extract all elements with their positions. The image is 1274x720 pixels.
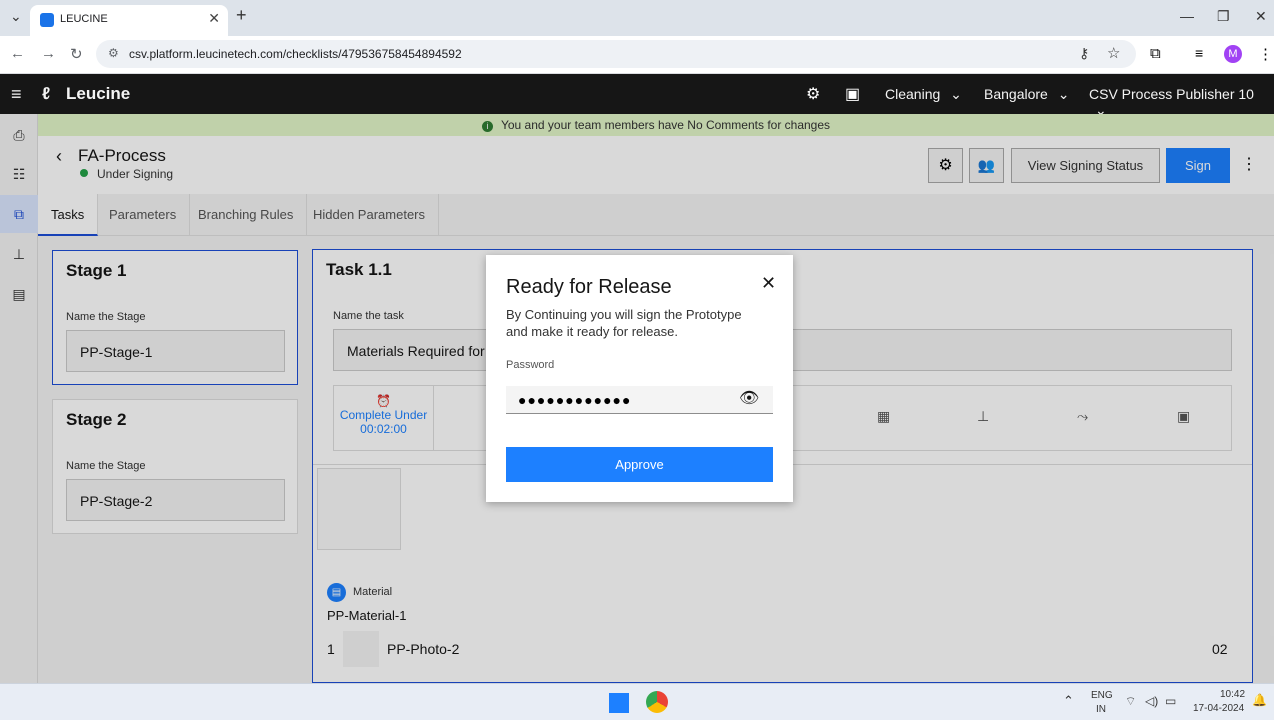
approve-button[interactable]: Approve: [506, 447, 773, 482]
brand-name: Leucine: [66, 84, 131, 103]
leucine-logo-icon: ℓ: [42, 84, 51, 103]
chevron-down-icon: ⌄: [1057, 86, 1070, 102]
media-control-icon[interactable]: ≡: [1195, 45, 1203, 61]
chrome-icon[interactable]: [646, 691, 668, 713]
favicon-icon: [40, 13, 54, 27]
chevron-up-icon[interactable]: ⌃: [1063, 693, 1074, 709]
chevron-down-icon: ⌄: [950, 86, 962, 102]
browser-tab[interactable]: LEUCINE ✕: [30, 5, 228, 36]
wifi-icon[interactable]: ⌔: [1125, 694, 1136, 709]
app-header: ≡ ℓ Leucine ⚙ ▣ Cleaning ⌄ Bangalore ⌄ C…: [0, 74, 1274, 118]
password-input[interactable]: ●●●●●●●●●●●●: [506, 386, 773, 414]
omnibox[interactable]: ⚙ csv.platform.leucinetech.com/checklist…: [96, 40, 1136, 68]
new-tab-icon[interactable]: +: [236, 5, 247, 26]
settings-gear-icon[interactable]: ⚙: [806, 84, 820, 104]
close-icon[interactable]: ✕: [761, 273, 776, 294]
close-window-icon[interactable]: ✕: [1255, 8, 1267, 25]
modal-description: By Continuing you will sign the Prototyp…: [506, 307, 742, 339]
address-bar-row: ← → ↻ ⚙ csv.platform.leucinetech.com/che…: [0, 36, 1274, 74]
location-dropdown[interactable]: Bangalore ⌄: [984, 86, 1069, 103]
browser-menu-icon[interactable]: ⋮: [1258, 45, 1273, 63]
back-icon[interactable]: ←: [10, 45, 25, 62]
password-key-icon[interactable]: ⚷: [1079, 45, 1089, 62]
bookmark-star-icon[interactable]: ☆: [1107, 44, 1120, 62]
windows-taskbar: ⌃ ENG IN ⌔ ◁) ▭ 10:42 17-04-2024 🔔: [0, 683, 1274, 720]
notification-bell-icon[interactable]: 🔔: [1252, 693, 1267, 707]
browser-tab-bar: ⌄ LEUCINE ✕ + — ❐ ✕: [0, 0, 1274, 36]
modal-title: Ready for Release: [506, 276, 672, 298]
windows-start-icon[interactable]: [609, 693, 629, 713]
user-label: CSV Process Publisher 10: [1089, 86, 1254, 102]
facility-label: Cleaning: [885, 86, 941, 102]
clock-time[interactable]: 10:42: [1220, 689, 1245, 700]
restore-icon[interactable]: ❐: [1217, 8, 1230, 25]
reload-icon[interactable]: ↻: [70, 45, 83, 63]
volume-icon[interactable]: ◁): [1145, 694, 1158, 708]
url-text: csv.platform.leucinetech.com/checklists/…: [129, 47, 462, 61]
language-secondary[interactable]: IN: [1096, 704, 1106, 715]
extensions-icon[interactable]: ⧉: [1150, 45, 1161, 62]
password-label: Password: [506, 359, 555, 371]
location-label: Bangalore: [984, 86, 1048, 102]
language-primary[interactable]: ENG: [1091, 690, 1113, 701]
show-password-eye-icon[interactable]: 👁: [739, 388, 759, 408]
facility-dropdown[interactable]: Cleaning ⌄: [885, 86, 962, 103]
minimize-icon[interactable]: —: [1180, 8, 1194, 24]
forward-icon[interactable]: →: [41, 45, 56, 62]
clock-date[interactable]: 17-04-2024: [1193, 703, 1244, 714]
close-tab-icon[interactable]: ✕: [208, 10, 220, 27]
hamburger-menu-icon[interactable]: ≡: [11, 84, 22, 105]
tab-title: LEUCINE: [60, 13, 108, 25]
site-info-icon[interactable]: ⚙: [108, 46, 119, 60]
battery-icon[interactable]: ▭: [1165, 694, 1176, 708]
ready-for-release-modal: Ready for Release ✕ By Continuing you wi…: [486, 255, 793, 502]
profile-avatar[interactable]: M: [1224, 45, 1242, 63]
tab-search-icon[interactable]: ⌄: [10, 8, 22, 25]
scan-icon[interactable]: ▣: [845, 84, 860, 104]
